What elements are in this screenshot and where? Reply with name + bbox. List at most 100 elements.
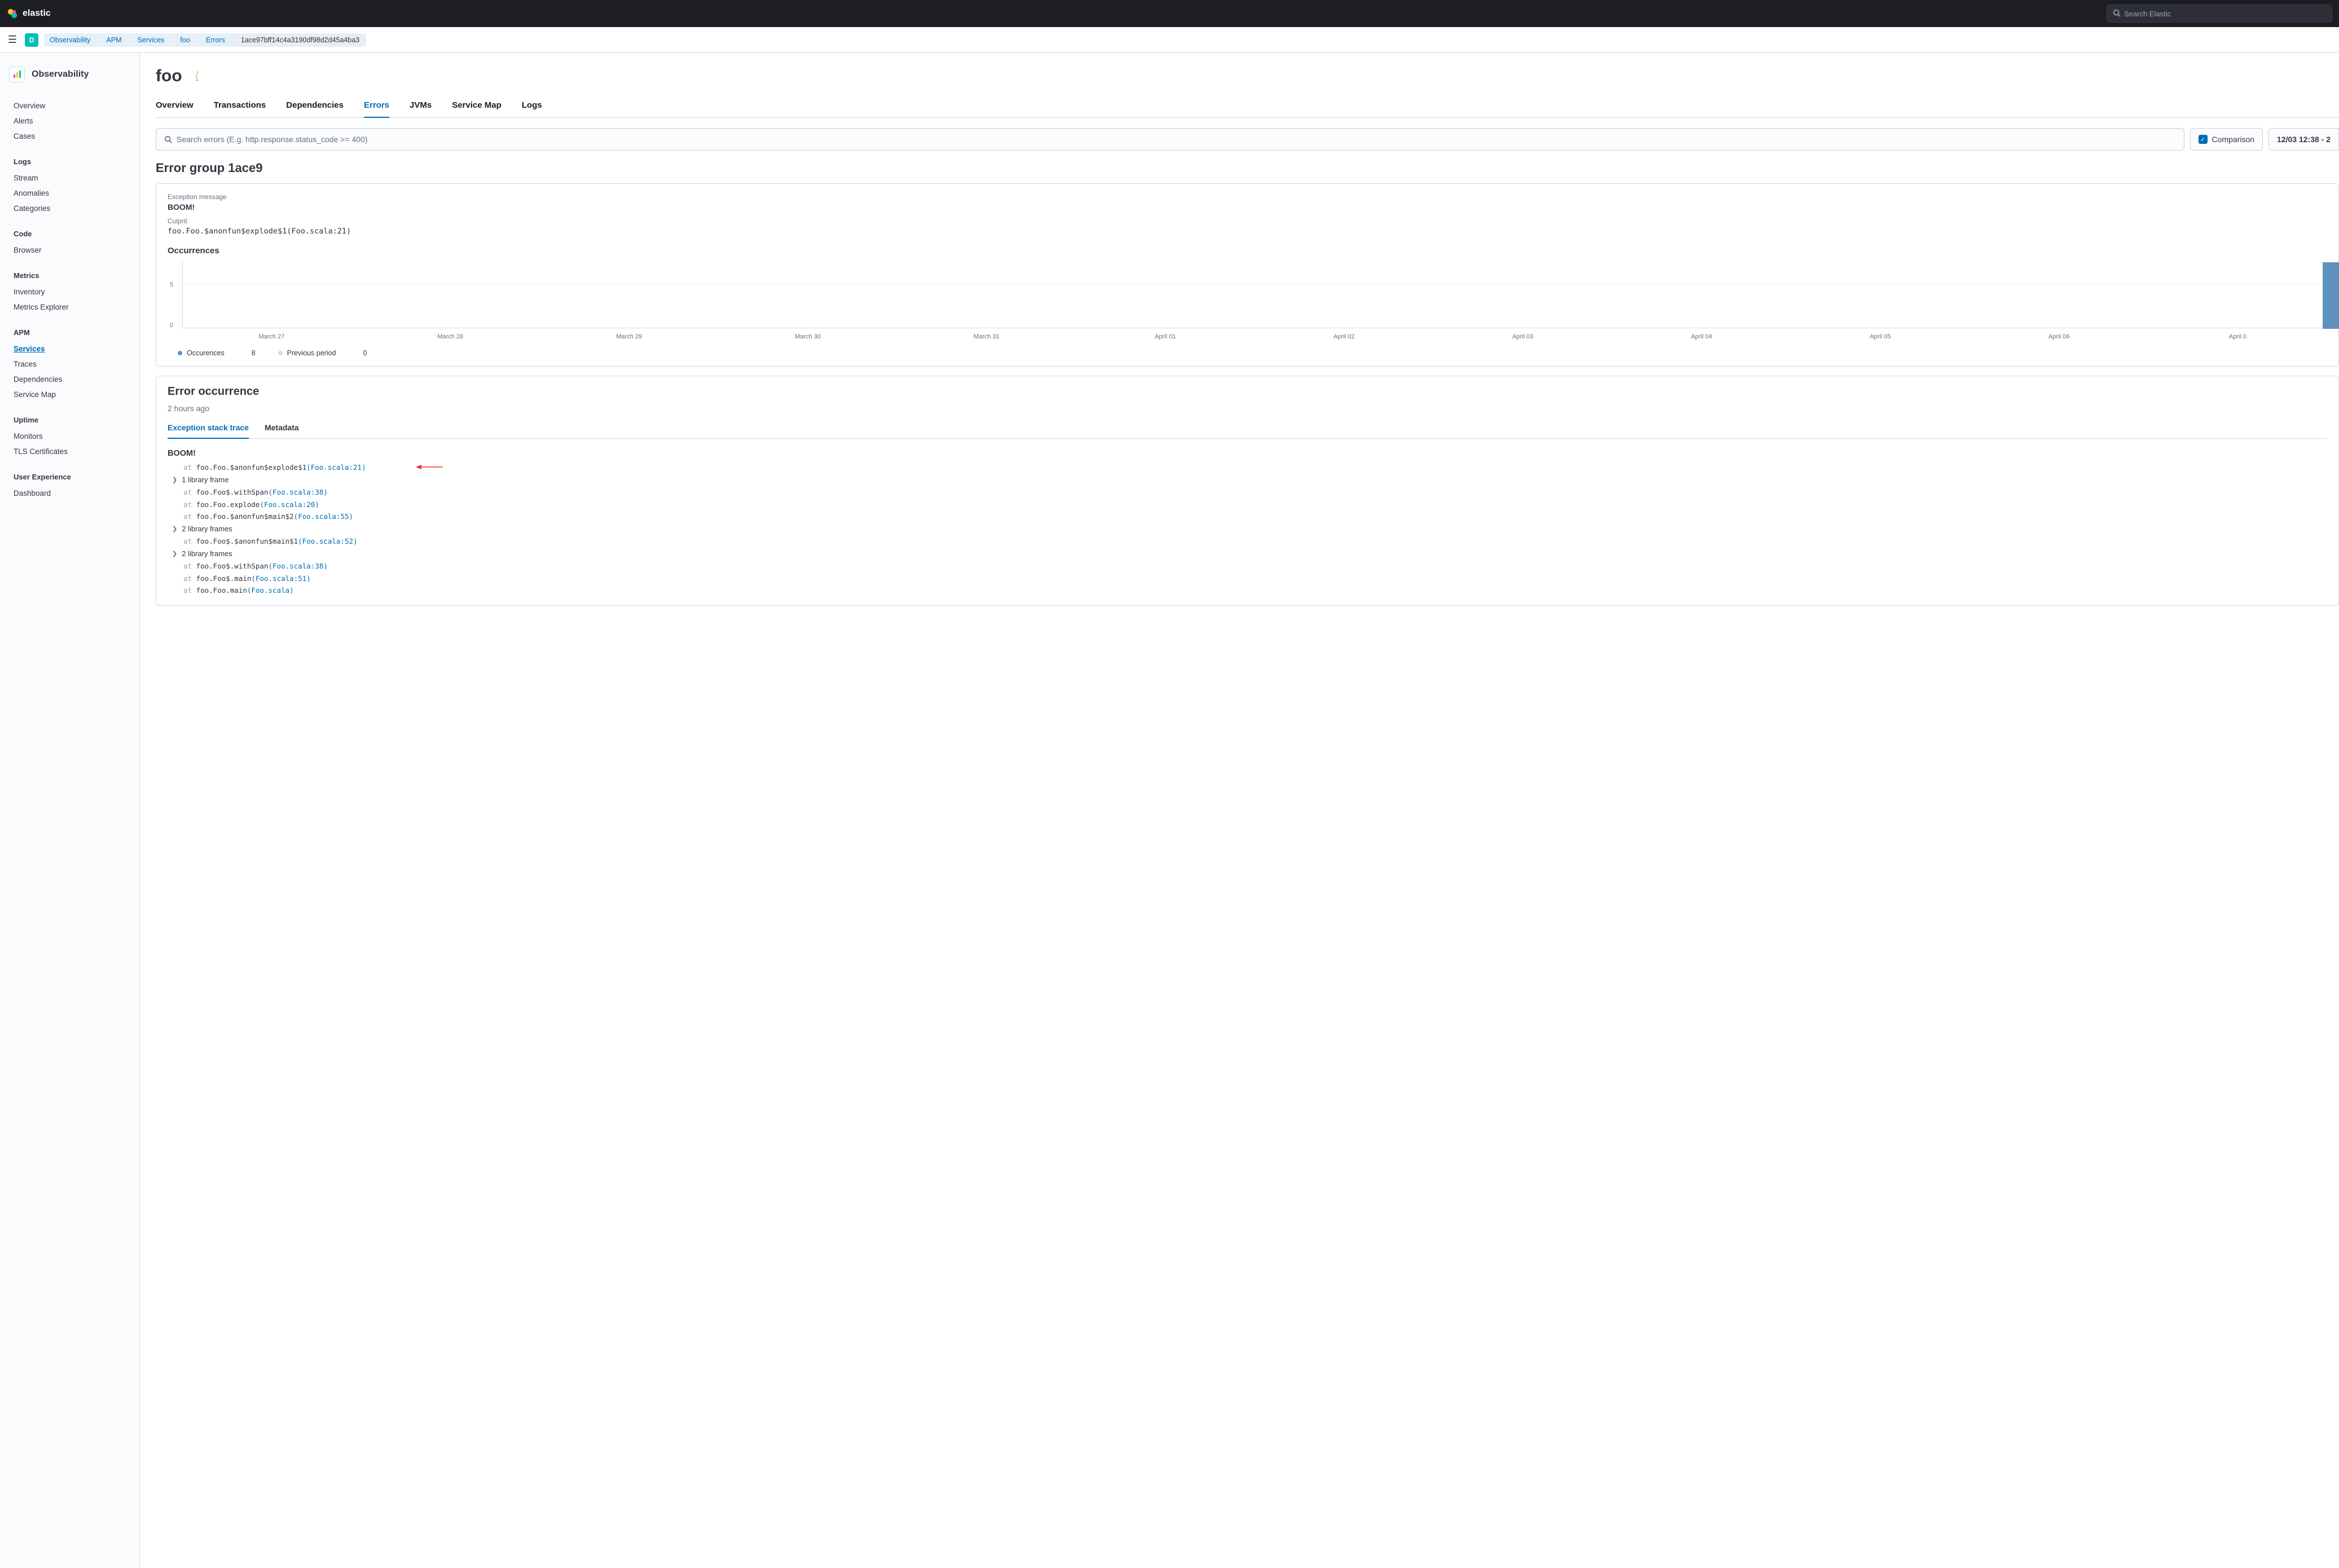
service-tabs: Overview Transactions Dependencies Errors JV… bbox=[156, 100, 2339, 118]
tab-dependencies[interactable]: Dependencies bbox=[286, 100, 344, 117]
stack-frame: at foo.Foo$.$anonfun$main$1(Foo.scala:52… bbox=[168, 535, 2327, 547]
error-occurrence-panel: Error occurrence 2 hours ago Exception s… bbox=[156, 376, 2339, 606]
source-link[interactable]: (Foo.scala:52) bbox=[298, 537, 357, 545]
collapsed-frames[interactable]: ❯ 2 library frames bbox=[168, 522, 2327, 535]
x-tick: April 01 bbox=[1076, 333, 1255, 340]
x-tick: April 05 bbox=[1791, 333, 1969, 340]
source-link[interactable]: (Foo.scala:38) bbox=[269, 562, 328, 570]
space-avatar[interactable]: D bbox=[25, 33, 38, 47]
sidebar-item-stream[interactable]: Stream bbox=[0, 170, 139, 186]
breadcrumb-observability[interactable]: Observability bbox=[44, 33, 97, 47]
tab-transactions[interactable]: Transactions bbox=[214, 100, 266, 117]
breadcrumbs: ObservabilityAPMServicesfooErrors1ace97b… bbox=[44, 33, 366, 47]
breadcrumb-services[interactable]: Services bbox=[128, 33, 171, 47]
sidebar-item-alerts[interactable]: Alerts bbox=[0, 113, 139, 129]
sidebar-item-services[interactable]: Services bbox=[0, 341, 139, 356]
breadcrumb-foo[interactable]: foo bbox=[171, 33, 196, 47]
legend-occurrences[interactable]: Occurences 8 bbox=[178, 349, 256, 357]
sidebar-item-browser[interactable]: Browser bbox=[0, 243, 139, 258]
x-tick: March 28 bbox=[361, 333, 540, 340]
stack-frame: at foo.Foo.$anonfun$main$2(Foo.scala:55) bbox=[168, 510, 2327, 522]
sidebar-item-metrics-explorer[interactable]: Metrics Explorer bbox=[0, 299, 139, 315]
x-tick: March 27 bbox=[182, 333, 361, 340]
date-range-picker[interactable]: 12/03 12:38 - 2 bbox=[2268, 128, 2339, 151]
x-tick: March 30 bbox=[718, 333, 897, 340]
sidebar-heading-metrics: Metrics bbox=[0, 267, 139, 284]
x-tick: March 31 bbox=[897, 333, 1076, 340]
stack-frame: at foo.Foo.explode(Foo.scala:20) bbox=[168, 499, 2327, 510]
global-search[interactable]: Search Elastic bbox=[2107, 5, 2332, 23]
main-content: foo Overview Transactions Dependencies Erro… bbox=[140, 53, 2339, 1568]
subtab-exception-stack-trace[interactable]: Exception stack trace bbox=[168, 423, 249, 439]
source-link[interactable]: (Foo.scala:21) bbox=[306, 463, 366, 472]
breadcrumb-apm[interactable]: APM bbox=[97, 33, 128, 47]
error-search-input[interactable]: Search errors (E.g. http.response.status… bbox=[156, 128, 2184, 151]
breadcrumb-1ace97bff14c4a3190df98d2d45a4ba3: 1ace97bff14c4a3190df98d2d45a4ba3 bbox=[232, 33, 366, 47]
observability-icon bbox=[9, 67, 25, 82]
source-link[interactable]: (Foo.scala:20) bbox=[260, 500, 319, 509]
chevron-right-icon: ❯ bbox=[172, 476, 177, 483]
occurrence-subtabs: Exception stack trace Metadata bbox=[168, 423, 2327, 439]
sidebar-item-monitors[interactable]: Monitors bbox=[0, 429, 139, 444]
menu-toggle-icon[interactable]: ☰ bbox=[6, 32, 19, 48]
sidebar-item-tls-certificates[interactable]: TLS Certificates bbox=[0, 444, 139, 459]
error-occurrence-time: 2 hours ago bbox=[168, 404, 2327, 413]
sidebar-item-dependencies[interactable]: Dependencies bbox=[0, 372, 139, 387]
source-link[interactable]: (Foo.scala:51) bbox=[251, 574, 310, 583]
culprit-value: foo.Foo.$anonfun$explode$1(Foo.scala:21) bbox=[168, 227, 2327, 236]
brand-text: elastic bbox=[23, 8, 51, 19]
page-title: foo bbox=[156, 67, 182, 86]
tab-service-map[interactable]: Service Map bbox=[452, 100, 502, 117]
stack-trace: at foo.Foo.$anonfun$explode$1(Foo.scala:… bbox=[168, 461, 2327, 596]
top-bar: elastic Search Elastic bbox=[0, 0, 2339, 27]
checkbox-checked-icon: ✓ bbox=[2199, 135, 2208, 144]
chart-bar[interactable] bbox=[2323, 262, 2339, 329]
global-search-placeholder: Search Elastic bbox=[2124, 10, 2171, 18]
legend-previous-period[interactable]: Previous period 0 bbox=[278, 349, 367, 357]
sidebar-heading-uptime: Uptime bbox=[0, 411, 139, 429]
collapsed-frames[interactable]: ❯ 2 library frames bbox=[168, 547, 2327, 560]
sidebar-item-anomalies[interactable]: Anomalies bbox=[0, 186, 139, 201]
sidebar-item-cases[interactable]: Cases bbox=[0, 129, 139, 144]
tab-jvms[interactable]: JVMs bbox=[410, 100, 432, 117]
brand-logo[interactable]: elastic bbox=[7, 8, 51, 19]
sub-bar: ☰ D ObservabilityAPMServicesfooErrors1ac… bbox=[0, 27, 2339, 53]
x-tick: April 03 bbox=[1434, 333, 1612, 340]
stack-frame: at foo.Foo$.main(Foo.scala:51) bbox=[168, 572, 2327, 584]
sidebar-item-dashboard[interactable]: Dashboard bbox=[0, 486, 139, 501]
collapsed-frames[interactable]: ❯ 1 library frame bbox=[168, 473, 2327, 486]
elastic-icon bbox=[7, 8, 18, 19]
error-group-title: Error group 1ace9 bbox=[156, 161, 2339, 175]
culprit-label: Culprit bbox=[168, 217, 2327, 225]
chevron-right-icon: ❯ bbox=[172, 550, 177, 557]
sidebar-heading-apm: APM bbox=[0, 324, 139, 341]
stack-frame: at foo.Foo$.withSpan(Foo.scala:38) bbox=[168, 486, 2327, 498]
search-icon bbox=[2113, 9, 2121, 19]
tab-logs[interactable]: Logs bbox=[522, 100, 542, 117]
comparison-toggle[interactable]: ✓ Comparison bbox=[2190, 128, 2263, 151]
stack-trace-title: BOOM! bbox=[168, 449, 2327, 458]
sidebar-item-inventory[interactable]: Inventory bbox=[0, 284, 139, 299]
sidebar-heading-logs: Logs bbox=[0, 153, 139, 170]
source-link[interactable]: (Foo.scala) bbox=[247, 586, 294, 594]
sidebar-item-service-map[interactable]: Service Map bbox=[0, 387, 139, 402]
java-icon bbox=[190, 69, 204, 83]
search-icon bbox=[164, 135, 172, 143]
source-link[interactable]: (Foo.scala:55) bbox=[294, 512, 353, 521]
stack-frame: at foo.Foo.main(Foo.scala) bbox=[168, 584, 2327, 596]
sidebar-heading-user-experience: User Experience bbox=[0, 468, 139, 486]
subtab-metadata[interactable]: Metadata bbox=[265, 423, 299, 438]
tab-errors[interactable]: Errors bbox=[364, 100, 389, 118]
stack-frame: at foo.Foo$.withSpan(Foo.scala:38) bbox=[168, 560, 2327, 572]
sidebar-item-categories[interactable]: Categories bbox=[0, 201, 139, 216]
sidebar-item-traces[interactable]: Traces bbox=[0, 356, 139, 372]
sidebar-heading-code: Code bbox=[0, 225, 139, 243]
tab-overview[interactable]: Overview bbox=[156, 100, 194, 117]
error-group-panel: Exception message BOOM! Culprit foo.Foo.… bbox=[156, 183, 2339, 367]
x-tick: April 06 bbox=[1969, 333, 2148, 340]
breadcrumb-errors[interactable]: Errors bbox=[197, 33, 232, 47]
sidebar-item-overview[interactable]: Overview bbox=[0, 98, 139, 113]
source-link[interactable]: (Foo.scala:38) bbox=[269, 488, 328, 496]
annotation-arrow-icon bbox=[416, 463, 444, 474]
exception-message-value: BOOM! bbox=[168, 202, 2327, 212]
